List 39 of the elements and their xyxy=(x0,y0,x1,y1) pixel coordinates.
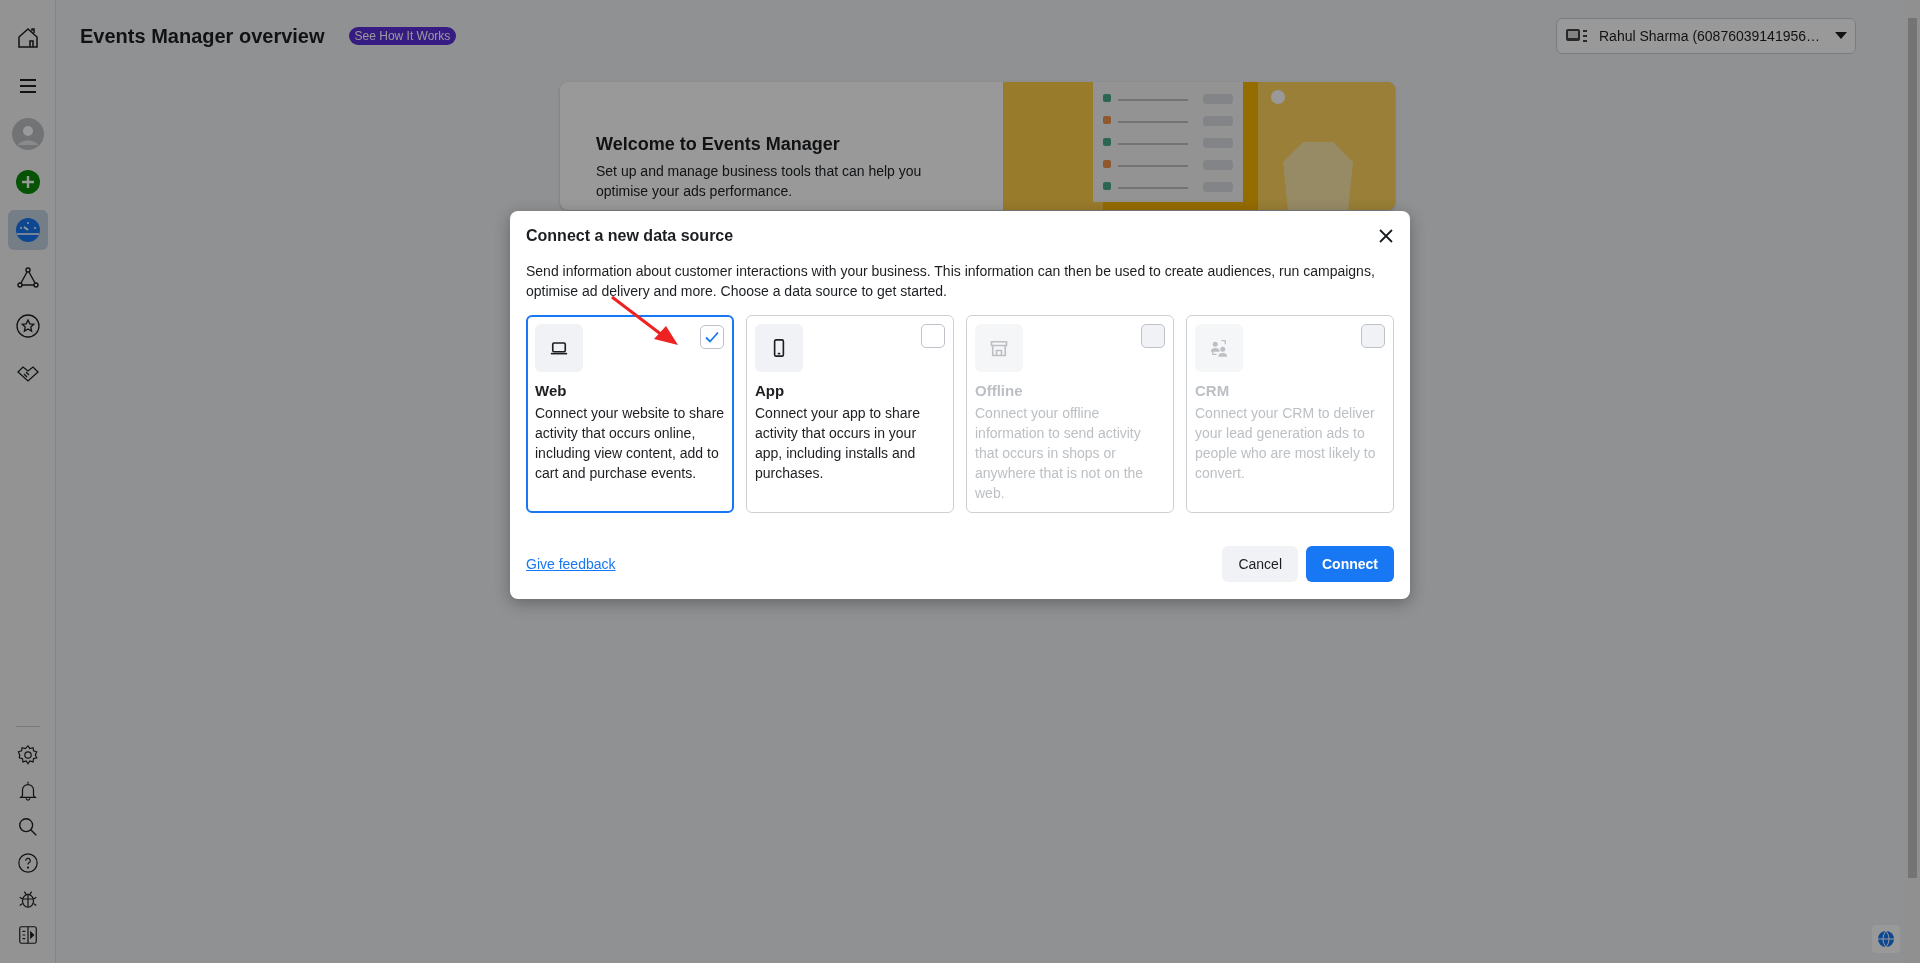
laptop-icon xyxy=(535,324,583,372)
source-description: Connect your offline information to send activity that occurs in shops or anywhere that is not on the web. xyxy=(975,404,1145,503)
source-description: Connect your app to share activity that occurs in your app, including installs and purchases. xyxy=(755,404,921,483)
checkbox[interactable] xyxy=(700,325,724,349)
panel-toggle-icon[interactable] xyxy=(16,924,39,946)
globe-icon[interactable] xyxy=(1872,925,1900,953)
caret-icon xyxy=(1835,32,1847,40)
phone-icon xyxy=(755,324,803,372)
sidebar-item[interactable] xyxy=(7,210,48,250)
source-name: App xyxy=(755,382,786,399)
connect-button[interactable]: Connect xyxy=(1306,546,1394,582)
data-source-option[interactable]: App Connect your app to share activity that occurs in your app, including installs and purchases. xyxy=(746,315,954,513)
dialog-description: Send information about customer interactions with your business. This information can then be used to create audiences, run campaigns, optimise ad delivery and more. Choose a data source to get started. xyxy=(526,262,1376,301)
welcome-text: Set up and manage business tools that can help you optimise your ads performance. xyxy=(596,162,923,201)
checkbox[interactable] xyxy=(921,324,945,348)
search-icon[interactable] xyxy=(16,816,39,838)
data-source-option[interactable]: Web Connect your website to share activity that occurs online, including view content, add to cart and purchase events. xyxy=(526,315,734,513)
source-name: Offline xyxy=(975,382,1024,399)
give-feedback-link[interactable]: Give feedback xyxy=(526,556,616,572)
settings-icon[interactable] xyxy=(16,744,39,766)
source-description: Connect your CRM to deliver your lead generation ads to people who are most likely to convert. xyxy=(1195,404,1377,483)
home-icon[interactable] xyxy=(15,26,40,50)
help-icon[interactable] xyxy=(16,852,39,874)
network-icon[interactable] xyxy=(15,266,40,290)
add-icon[interactable] xyxy=(15,170,40,194)
shop-icon xyxy=(975,324,1023,372)
source-description: Connect your website to share activity that occurs online, including view content, add to cart and purchase events. xyxy=(535,404,725,483)
page-title: Events Manager overview xyxy=(80,24,325,48)
welcome-title: Welcome to Events Manager xyxy=(596,134,841,155)
see-how-it-works-button[interactable]: See How It Works xyxy=(348,27,457,45)
account-selector[interactable]: Rahul Sharma (60876039141956… xyxy=(1556,18,1856,54)
people-icon xyxy=(1195,324,1243,372)
check-icon xyxy=(704,329,720,345)
dialog-title: Connect a new data source xyxy=(526,227,734,245)
scrollbar-thumb[interactable] xyxy=(1908,18,1917,878)
source-name: Web xyxy=(535,382,568,399)
cancel-button[interactable]: Cancel xyxy=(1222,546,1298,582)
source-name: CRM xyxy=(1195,382,1231,399)
close-icon[interactable] xyxy=(1378,228,1394,244)
